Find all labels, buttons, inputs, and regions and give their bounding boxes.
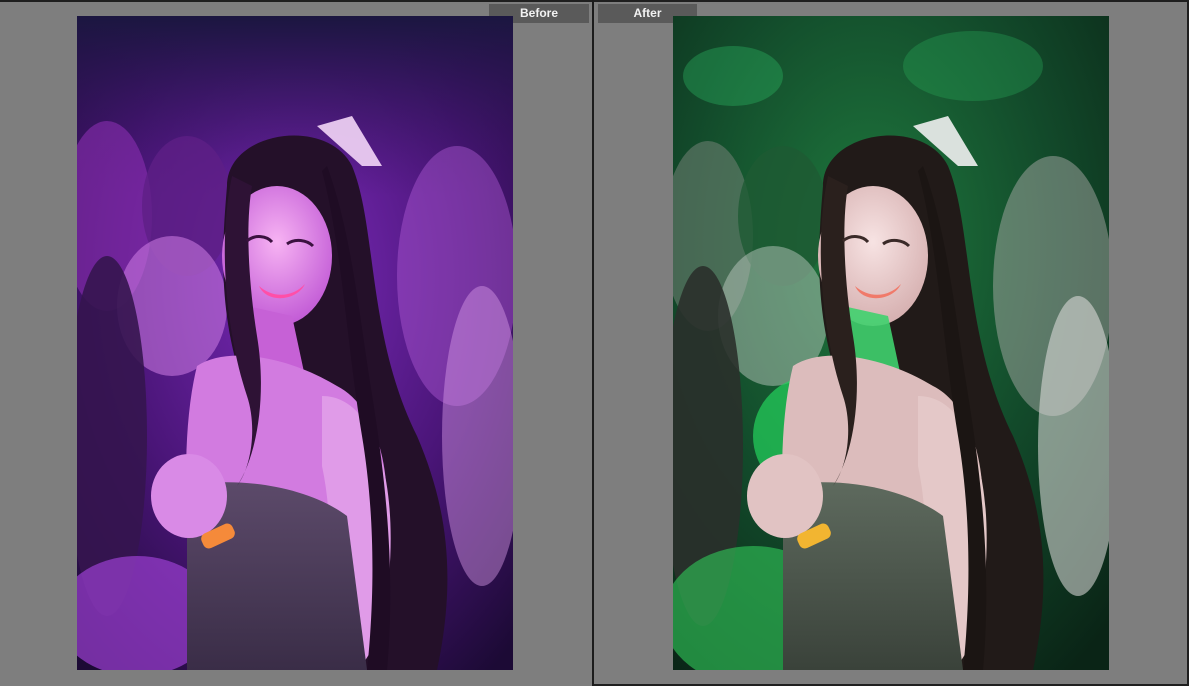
before-photo (77, 16, 513, 670)
before-after-compare-view: Before After (0, 0, 1189, 686)
after-photo (673, 16, 1109, 670)
split-divider[interactable] (592, 0, 594, 686)
